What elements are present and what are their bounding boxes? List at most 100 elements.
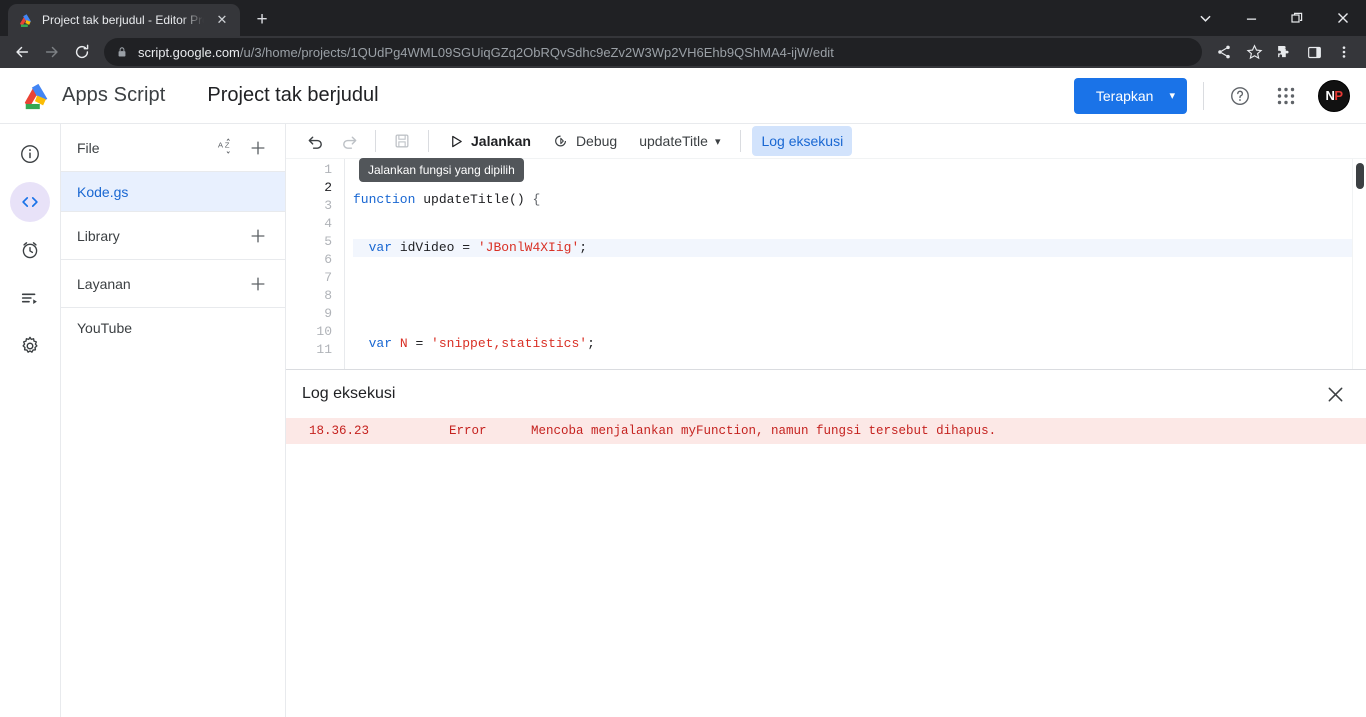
debug-icon (553, 133, 569, 149)
function-selector-value: updateTitle (639, 133, 708, 149)
log-timestamp: 18.36.23 (309, 424, 370, 438)
log-row: 18.36.23 Error Mencoba menjalankan myFun… (286, 418, 1366, 444)
line-number: 6 (324, 252, 332, 267)
reload-icon[interactable] (68, 38, 96, 66)
svg-text:A: A (217, 141, 223, 150)
chevron-down-icon: ▾ (714, 135, 721, 148)
brand-name: Apps Script (62, 84, 166, 106)
nav-rail (0, 124, 61, 717)
debug-button-label: Debug (575, 133, 618, 149)
tab-close-icon[interactable]: ✕ (212, 10, 232, 30)
tab-search-icon[interactable] (1182, 2, 1228, 34)
library-section-label: Library (77, 227, 120, 244)
overview-icon[interactable] (10, 134, 50, 174)
undo-icon[interactable] (300, 126, 330, 156)
sort-az-icon[interactable]: A Z (213, 135, 239, 161)
service-item-youtube[interactable]: YouTube (61, 308, 285, 348)
new-tab-button[interactable]: + (248, 6, 276, 34)
page-title: Project tak berjudul (207, 84, 379, 106)
code-scroll-region: 1 2 3 4 5 6 7 8 9 10 11 function updateT… (286, 159, 1352, 369)
triggers-clock-icon[interactable] (10, 230, 50, 270)
window-controls (1182, 0, 1366, 36)
apps-script-logo-icon (22, 81, 52, 111)
scrollbar-thumb[interactable] (1356, 163, 1364, 189)
url-text: script.google.com/u/3/home/projects/1QUd… (138, 45, 834, 60)
apps-script-header: Apps Script Project tak berjudul Terapka… (0, 68, 1366, 124)
minimize-icon[interactable] (1228, 2, 1274, 34)
line-numbers: 1 2 3 4 5 6 7 8 9 10 11 (286, 159, 344, 369)
app-body: File A Z Kode.gs Library Layanan YouTube… (0, 124, 1366, 717)
line-number: 2 (324, 180, 332, 195)
toolbar-divider (375, 130, 376, 152)
extensions-icon[interactable] (1270, 38, 1298, 66)
file-section-header: File A Z (61, 124, 285, 172)
execution-log-tab-label: Log eksekusi (761, 133, 844, 149)
help-icon[interactable] (1220, 76, 1260, 116)
line-number: 10 (316, 324, 332, 339)
close-icon[interactable] (1318, 377, 1352, 411)
run-button-label: Jalankan (471, 133, 531, 149)
brand[interactable]: Apps Script (22, 81, 165, 111)
chevron-down-icon: ▾ (1169, 90, 1175, 102)
browser-toolbar: script.google.com/u/3/home/projects/1QUd… (0, 36, 1366, 68)
code-line: var idVideo = 'JBonlW4XIig'; (353, 239, 1352, 257)
add-library-icon[interactable] (245, 223, 271, 249)
header-divider (1203, 81, 1204, 110)
deploy-button[interactable]: Terapkan ▾ (1073, 77, 1187, 114)
file-item-kode-gs[interactable]: Kode.gs (61, 172, 285, 212)
redo-icon[interactable] (334, 126, 364, 156)
line-number: 11 (316, 342, 332, 357)
run-button[interactable]: Jalankan (440, 126, 540, 156)
editor-icon[interactable] (10, 182, 50, 222)
google-apps-grid-icon[interactable] (1266, 76, 1306, 116)
browser-tab[interactable]: Project tak berjudul - Editor Proj ✕ (8, 4, 240, 36)
window-close-icon[interactable] (1320, 2, 1366, 34)
toolbar-divider-2 (428, 130, 429, 152)
code-editor[interactable]: 1 2 3 4 5 6 7 8 9 10 11 function updateT… (286, 158, 1366, 369)
execution-log-panel: Log eksekusi 18.36.23 Error Mencoba menj… (286, 369, 1366, 717)
line-number: 3 (324, 198, 332, 213)
back-icon[interactable] (8, 38, 36, 66)
function-selector[interactable]: updateTitle ▾ (630, 126, 729, 156)
save-icon[interactable] (387, 126, 417, 156)
toolbar-divider-3 (740, 130, 742, 152)
code-line: var N = 'snippet,statistics'; (368, 336, 595, 351)
code-line: function updateTitle() { (353, 192, 541, 207)
address-bar[interactable]: script.google.com/u/3/home/projects/1QUd… (104, 38, 1202, 66)
add-service-icon[interactable] (245, 271, 271, 297)
library-section-header: Library (61, 212, 285, 260)
chrome-menu-icon[interactable] (1330, 38, 1358, 66)
side-panel-icon[interactable] (1300, 38, 1328, 66)
execution-log-header: Log eksekusi (286, 370, 1366, 418)
services-section-label: Layanan (77, 275, 131, 292)
line-number: 8 (324, 288, 332, 303)
code-vertical-scrollbar[interactable] (1352, 159, 1366, 369)
line-number: 5 (324, 234, 332, 249)
share-icon[interactable] (1210, 38, 1238, 66)
maximize-icon[interactable] (1274, 2, 1320, 34)
avatar-initial-n: N (1325, 88, 1335, 103)
line-number: 9 (324, 306, 332, 321)
apps-script-favicon (18, 12, 34, 28)
line-number: 1 (324, 162, 332, 177)
line-number: 7 (324, 270, 332, 285)
editor-toolbar: Jalankan Debug updateTitle ▾ Log eksekus… (286, 124, 1366, 182)
execution-log-title: Log eksekusi (302, 385, 396, 402)
avatar[interactable]: NP (1318, 79, 1350, 112)
forward-icon[interactable] (38, 38, 66, 66)
url-host: script.google.com (138, 44, 240, 60)
editor-area: Jalankan Debug updateTitle ▾ Log eksekus… (286, 124, 1366, 717)
execution-log-tab[interactable]: Log eksekusi (752, 126, 853, 156)
file-panel: File A Z Kode.gs Library Layanan YouTube (61, 124, 286, 717)
line-number: 4 (324, 216, 332, 231)
log-message: Mencoba menjalankan myFunction, namun fu… (531, 424, 997, 438)
executions-icon[interactable] (10, 278, 50, 318)
code-text[interactable]: function updateTitle() { var idVideo = '… (344, 159, 1352, 369)
url-path: /u/3/home/projects/1QUdPg4WML09SGUiqGZq2… (239, 44, 834, 60)
debug-button[interactable]: Debug (544, 126, 626, 156)
bookmark-star-icon[interactable] (1240, 38, 1268, 66)
play-icon (449, 134, 464, 149)
project-settings-gear-icon[interactable] (10, 326, 50, 366)
add-file-icon[interactable] (245, 135, 271, 161)
deploy-button-label: Terapkan (1095, 87, 1154, 104)
